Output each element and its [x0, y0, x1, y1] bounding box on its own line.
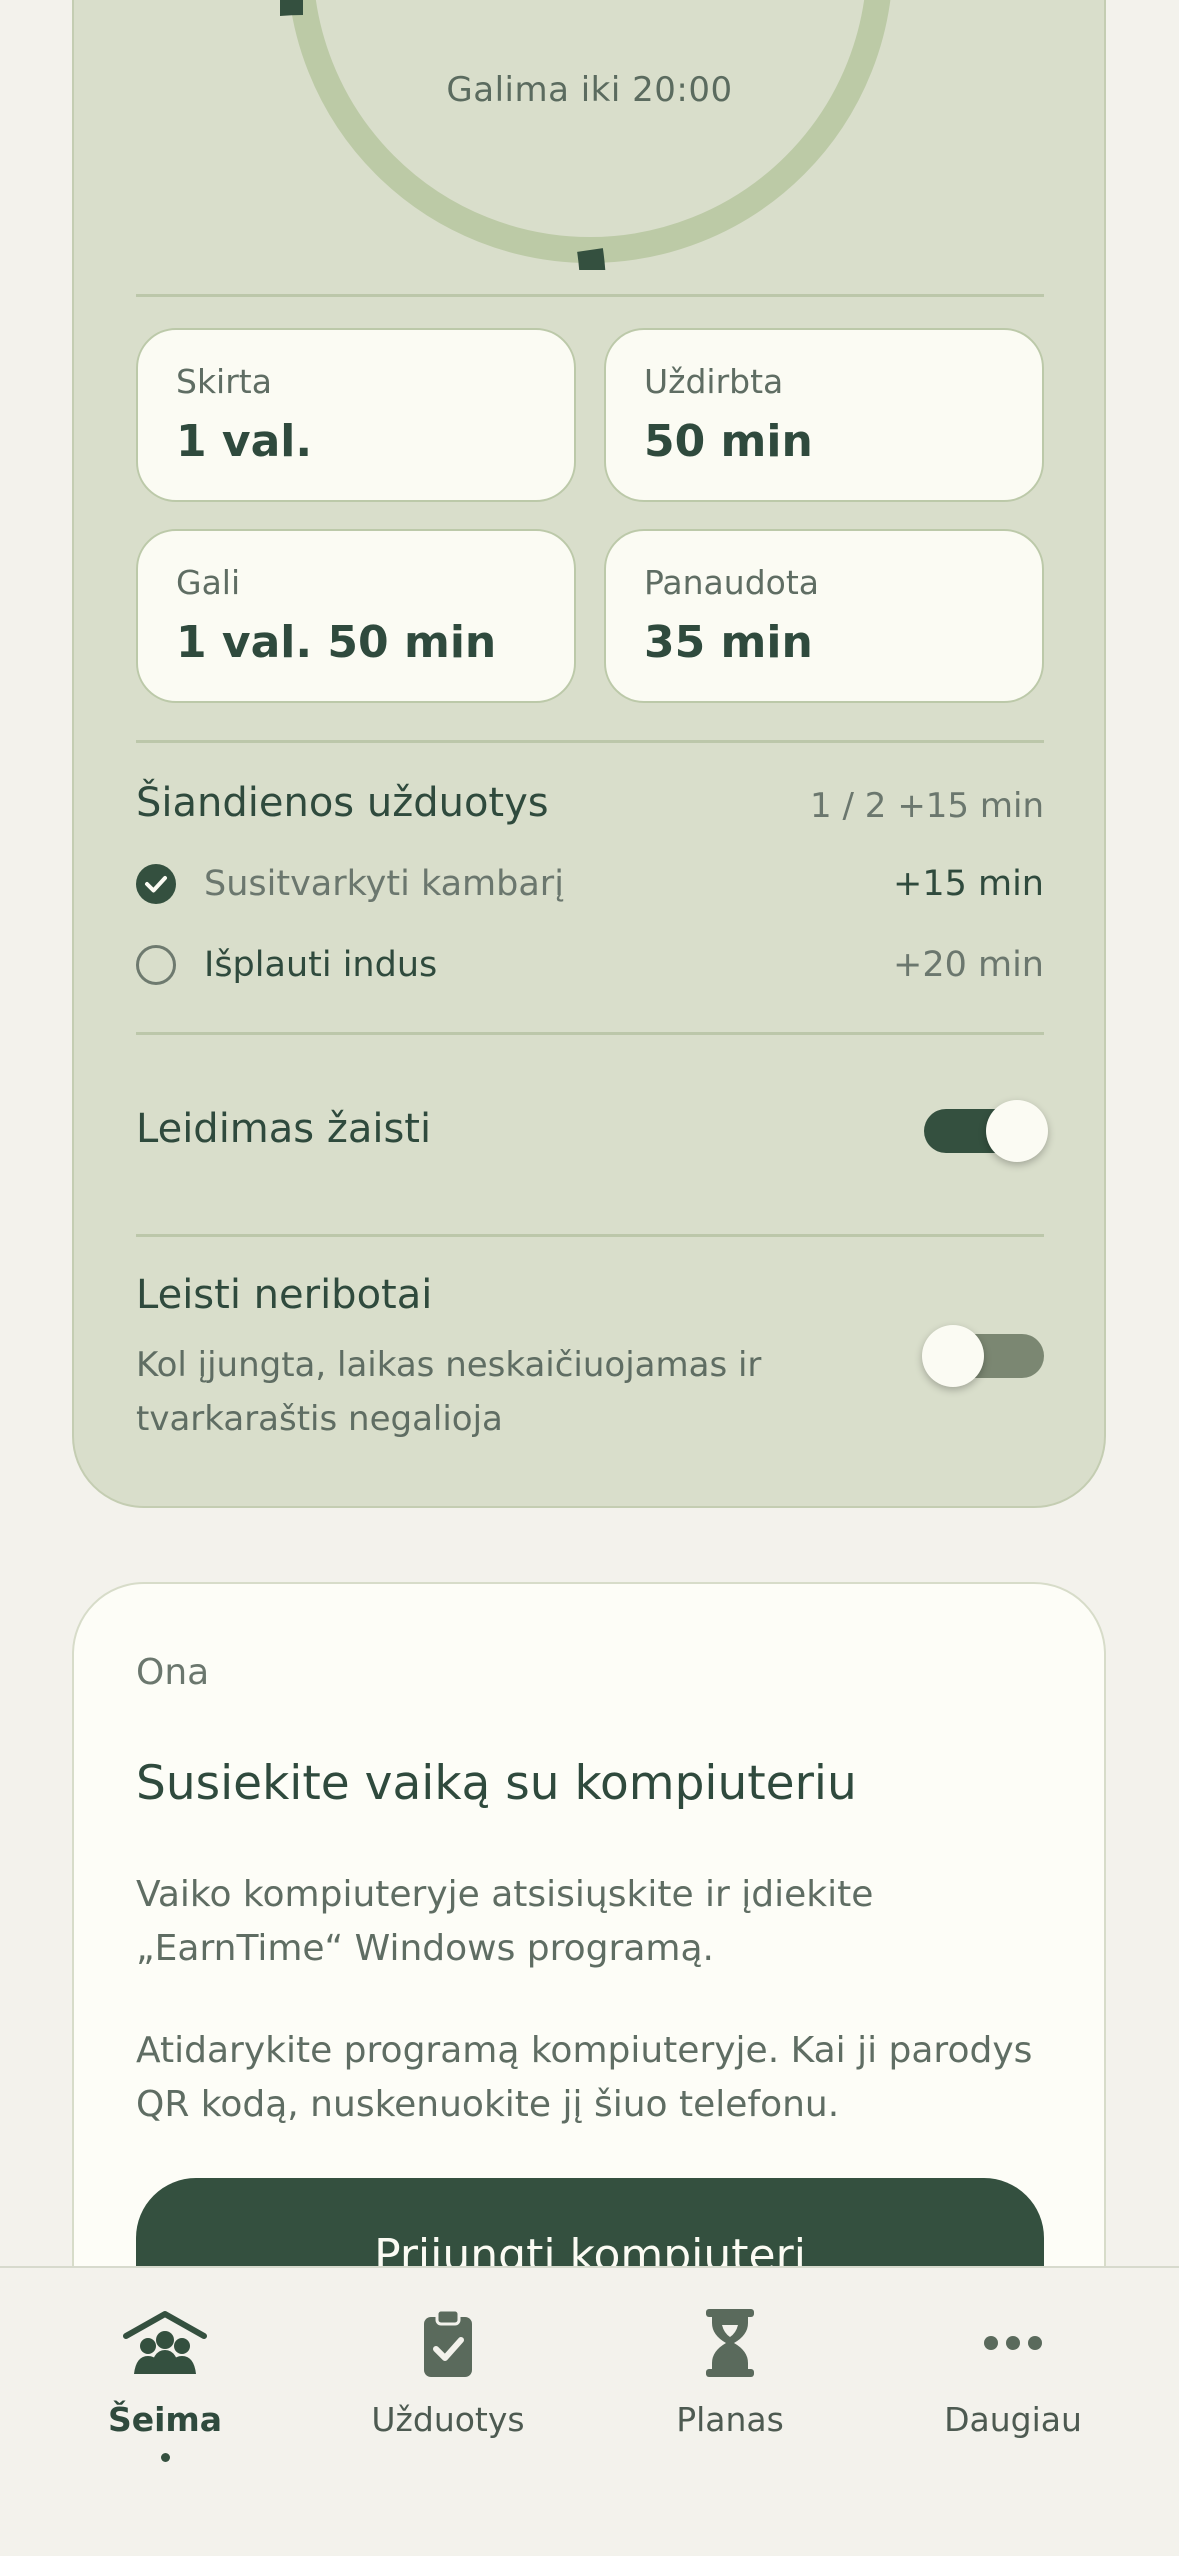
- toggle-knob: [986, 1100, 1048, 1162]
- tasks-bonus: +15 min: [897, 786, 1044, 826]
- time-ring-graphic: [280, 0, 891, 270]
- connect-step-line: QR kodą, nuskenuokite jį šiuo telefonu.: [136, 2084, 840, 2125]
- stat-value: 1 val. 50 min: [176, 617, 497, 668]
- stat-value: 1 val.: [176, 416, 313, 467]
- tab-tasks[interactable]: Užduotys: [348, 2298, 548, 2439]
- connect-step-line: Vaiko kompiuteryje atsisiųskite ir įdiek…: [136, 1874, 874, 1915]
- task-points: +20 min: [893, 945, 1044, 985]
- play-permission-toggle[interactable]: [924, 1100, 1048, 1162]
- play-permission-label: Leidimas žaisti: [136, 1106, 432, 1152]
- task-item[interactable]: Susitvarkyti kambarį +15 min: [136, 854, 1044, 914]
- connect-step-line: „EarnTime“ Windows programą.: [136, 1928, 714, 1969]
- stat-value: 50 min: [644, 416, 813, 467]
- connect-step-2: Atidarykite programą kompiuteryje. Kai j…: [136, 2024, 1044, 2132]
- divider: [136, 740, 1044, 743]
- clipboard-check-icon: [348, 2298, 548, 2388]
- task-name: Susitvarkyti kambarį: [204, 864, 564, 904]
- divider: [136, 1032, 1044, 1035]
- bottom-tab-bar: Šeima Užduotys Planas Daugiau: [0, 2266, 1179, 2556]
- stat-label: Skirta: [176, 362, 272, 401]
- tab-label: Planas: [676, 2400, 784, 2439]
- stat-earned: Uždirbta 50 min: [604, 328, 1044, 502]
- unlimited-description: Kol įjungta, laikas neskaičiuojamas ir t…: [136, 1338, 1044, 1446]
- unlimited-description-line: Kol įjungta, laikas neskaičiuojamas ir: [136, 1345, 762, 1385]
- stat-label: Panaudota: [644, 563, 819, 602]
- stat-label: Gali: [176, 563, 241, 602]
- stat-used: Panaudota 35 min: [604, 529, 1044, 703]
- checkbox-checked-icon[interactable]: [136, 864, 176, 904]
- connect-title: Susiekite vaiką su kompiuteriu: [136, 1756, 857, 1811]
- active-indicator: [160, 2453, 170, 2462]
- toggle-knob: [922, 1325, 984, 1387]
- tab-plan[interactable]: Planas: [630, 2298, 830, 2439]
- tab-label: Daugiau: [944, 2400, 1082, 2439]
- stat-allocated: Skirta 1 val.: [136, 328, 576, 502]
- time-ring: Galima iki 20:00: [0, 0, 1179, 300]
- child-name: Ona: [136, 1652, 210, 1693]
- stat-value: 35 min: [644, 617, 813, 668]
- tab-label: Šeima: [107, 2400, 223, 2439]
- task-name: Išplauti indus: [204, 945, 438, 985]
- time-ring-caption: Galima iki 20:00: [446, 70, 733, 110]
- divider: [136, 1234, 1044, 1237]
- divider: [136, 294, 1044, 297]
- tasks-title: Šiandienos užduotys: [136, 780, 549, 826]
- unlimited-toggle[interactable]: [922, 1325, 1044, 1387]
- stat-available: Gali 1 val. 50 min: [136, 529, 576, 703]
- task-points: +15 min: [893, 864, 1044, 904]
- tab-label: Užduotys: [371, 2400, 525, 2439]
- task-item[interactable]: Išplauti indus +20 min: [136, 935, 1044, 995]
- tab-family[interactable]: Šeima: [65, 2298, 265, 2462]
- checkbox-empty-icon[interactable]: [136, 945, 176, 985]
- tab-more[interactable]: Daugiau: [913, 2298, 1113, 2439]
- unlimited-label: Leisti neribotai: [136, 1272, 433, 1318]
- connect-step-1: Vaiko kompiuteryje atsisiųskite ir įdiek…: [136, 1868, 1044, 1976]
- tasks-progress: 1 / 2: [810, 786, 887, 826]
- connect-step-line: Atidarykite programą kompiuteryje. Kai j…: [136, 2030, 1033, 2071]
- hourglass-icon: [630, 2298, 830, 2388]
- more-dots-icon: [913, 2298, 1113, 2388]
- unlimited-description-line: tvarkaraštis negalioja: [136, 1399, 503, 1439]
- stat-label: Uždirbta: [644, 362, 784, 401]
- family-house-icon: [65, 2298, 265, 2388]
